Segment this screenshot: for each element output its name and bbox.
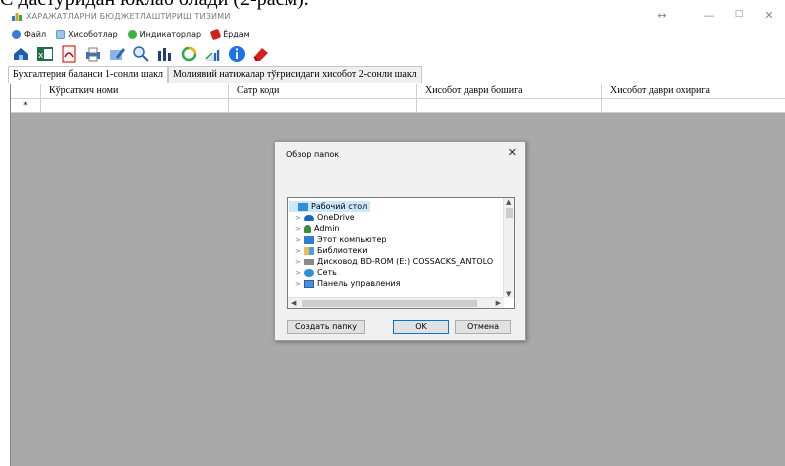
grid-header: Кўрсаткич номи Сатр коди Хисобот даври б… [11,84,785,99]
report-tabs: Бухгалтерия баланси 1-сонли шакл Молияви… [8,66,422,83]
edit-icon[interactable] [108,45,126,63]
tree-item-desktop[interactable]: Рабочий стол [289,201,371,212]
libraries-icon [304,246,314,255]
tree-item-admin[interactable]: > Admin [295,223,340,234]
tree-item-label: Панель управления [317,279,401,288]
desktop-folder-icon [298,202,308,211]
scroll-right-icon[interactable]: ▶ [496,299,501,307]
expand-arrow-icon[interactable]: > [295,247,301,255]
browse-folder-dialog: Обзор папок ✕ Рабочий стол > OneDrive > … [274,141,526,341]
menu-indicators[interactable]: Индикаторлар [127,27,202,41]
network-icon [304,268,314,277]
horizontal-scroll-thumb[interactable] [302,300,477,307]
window-title: ХАРАЖАТЛАРНИ БЮДЖЕТЛАШТИРИШ ТИЗИМИ [26,12,231,21]
menu-file[interactable]: Файл [12,27,46,41]
scroll-left-icon[interactable]: ◀ [291,299,296,307]
print-icon[interactable] [84,45,102,63]
cell-period-start[interactable] [417,99,602,113]
tree-item-network[interactable]: > Сеть [295,267,337,278]
new-folder-button[interactable]: Создать папку [287,320,365,334]
table-row[interactable]: * [11,99,785,113]
file-menu-icon [12,29,21,39]
menu-help[interactable]: Ёрдам [209,27,250,41]
expand-arrow-icon[interactable]: > [295,269,301,277]
tree-item-label: Дисковод BD-ROM (E:) COSSACKS_ANTOLO [317,257,494,266]
tab-balance-form-1[interactable]: Бухгалтерия баланси 1-сонли шакл [8,66,169,83]
tree-item-this-pc[interactable]: > Этот компьютер [295,234,386,245]
grid-corner-cell [11,84,41,99]
ok-button[interactable]: OK [393,320,449,334]
window-titlebar: ХАРАЖАТЛАРНИ БЮДЖЕТЛАШТИРИШ ТИЗИМИ ↔ — □… [12,8,785,26]
tree-item-label: OneDrive [317,213,355,222]
expand-arrow-icon[interactable]: > [295,236,301,244]
vertical-scrollbar[interactable]: ▲ ▼ [503,198,514,298]
help-menu-icon [209,28,222,40]
menu-help-label: Ёрдам [223,29,250,39]
cancel-button[interactable]: Отмена [455,320,511,334]
tree-item-label: Библиотеки [317,246,368,255]
user-icon [304,224,311,233]
tree-item-label: Сеть [317,268,337,277]
tab-financial-results-form-2[interactable]: Молиявий натижалар тўғрисидаги хисобот 2… [168,66,422,83]
column-header-period-start[interactable]: Хисобот даври бошига [417,84,602,99]
cell-period-end[interactable] [602,99,785,113]
refresh-icon[interactable] [180,45,198,63]
vertical-scroll-thumb[interactable] [506,208,513,218]
toolbar: x [12,43,270,65]
tree-item-control-panel[interactable]: > Панель управления [295,278,400,289]
scroll-down-icon[interactable]: ▼ [506,290,511,298]
dialog-title: Обзор папок [286,150,340,159]
folder-tree[interactable]: Рабочий стол > OneDrive > Admin > Этот к… [287,197,515,309]
expand-arrow-icon[interactable]: > [295,214,301,222]
menu-indicators-label: Индикаторлар [139,29,202,39]
cell-row-code[interactable] [229,99,417,113]
menu-file-label: Файл [24,29,47,39]
bar-chart-icon[interactable] [156,45,174,63]
computer-icon [304,235,314,244]
excel-export-icon[interactable]: x [36,45,54,63]
maximize-button[interactable]: □ [730,9,748,19]
search-icon[interactable] [132,45,150,63]
menu-bar: Файл Хисоботлар Индикаторлар Ёрдам [12,27,250,41]
control-panel-icon [304,279,314,288]
tree-item-onedrive[interactable]: > OneDrive [295,212,355,223]
signal-chart-icon[interactable] [204,45,222,63]
minimize-button[interactable]: — [700,9,718,22]
info-icon[interactable] [228,45,246,63]
menu-reports[interactable]: Хисоботлар [56,27,118,41]
column-header-indicator-name[interactable]: Кўрсаткич номи [41,84,229,99]
resize-icon[interactable]: ↔ [653,9,671,22]
indicators-menu-icon [127,29,137,39]
tree-item-libraries[interactable]: > Библиотеки [295,245,367,256]
svg-text:x: x [38,51,44,61]
app-logo-icon [12,13,22,21]
tree-item-label: Admin [314,224,340,233]
menu-reports-label: Хисоботлар [68,29,118,39]
scroll-up-icon[interactable]: ▲ [506,198,511,206]
eraser-icon[interactable] [252,45,270,63]
column-header-row-code[interactable]: Сатр коди [229,84,417,99]
home-icon[interactable] [12,45,30,63]
disc-drive-icon [304,258,314,265]
horizontal-scrollbar[interactable]: ◀ ▶ [288,297,504,308]
column-header-period-end[interactable]: Хисобот даври охирига [602,84,785,99]
new-row-marker: * [11,99,41,113]
expand-arrow-icon[interactable]: > [295,225,301,233]
onedrive-icon [304,214,314,221]
reports-menu-icon [56,29,66,39]
tree-item-label: Этот компьютер [317,235,387,244]
close-window-button[interactable]: ✕ [760,9,778,22]
dialog-close-button[interactable]: ✕ [508,146,517,159]
tree-item-label: Рабочий стол [311,202,368,211]
expand-arrow-icon[interactable]: > [295,258,301,266]
expand-arrow-icon[interactable]: > [295,280,301,288]
tree-item-bd-rom[interactable]: > Дисковод BD-ROM (E:) COSSACKS_ANTOLO [295,256,493,267]
pdf-export-icon[interactable] [60,45,78,63]
cell-indicator-name[interactable] [41,99,229,113]
